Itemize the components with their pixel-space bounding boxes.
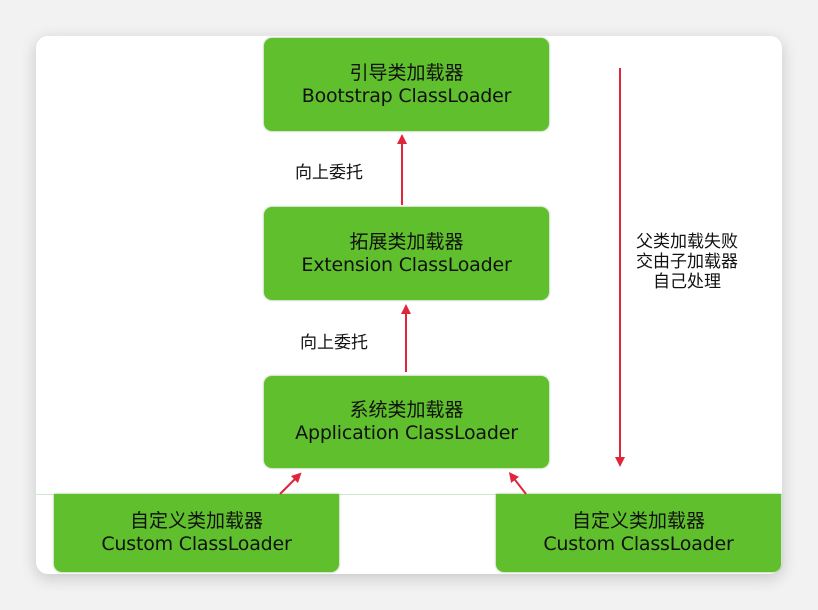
arrows-layer <box>279 68 625 495</box>
arrow-custom-right-to-application <box>508 472 527 495</box>
arrow-custom-left-to-application <box>279 472 302 495</box>
